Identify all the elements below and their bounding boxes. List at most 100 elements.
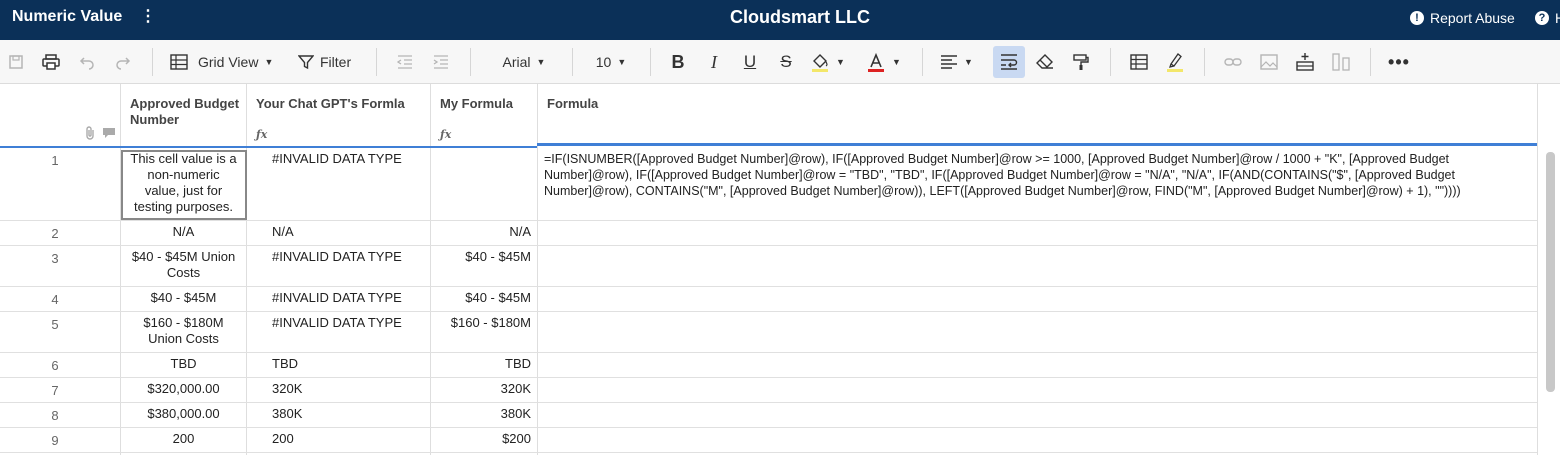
font-family-dropdown[interactable]: Arial ▼ xyxy=(488,50,560,74)
table-cell[interactable]: N/A xyxy=(121,224,246,240)
column-header-chatgpt-formula[interactable]: Your Chat GPT's Formla ƒx xyxy=(246,84,430,146)
redo-icon[interactable] xyxy=(112,50,134,74)
table-cell[interactable]: #INVALID DATA TYPE xyxy=(272,249,402,265)
chevron-down-icon: ▼ xyxy=(836,57,845,67)
table-cell[interactable]: $40 - $45M xyxy=(430,290,531,306)
table-cell[interactable]: TBD xyxy=(272,356,298,372)
cell-text-line: Union Costs xyxy=(148,331,219,346)
strikethrough-icon[interactable]: S xyxy=(774,50,798,74)
table-cell[interactable]: 380K xyxy=(272,406,302,422)
toolbar-divider xyxy=(376,48,377,76)
table-cell[interactable]: $380,000.00 xyxy=(121,406,246,422)
row-number[interactable]: 8 xyxy=(0,408,110,423)
table-cell[interactable]: 200 xyxy=(272,431,294,447)
table-cell[interactable]: $160 - $180M Union Costs xyxy=(121,315,246,347)
row-divider xyxy=(0,402,1537,403)
save-icon[interactable] xyxy=(6,50,26,74)
table-cell[interactable]: $320,000.00 xyxy=(121,381,246,397)
formula-cell[interactable]: =IF(ISNUMBER([Approved Budget Number]@ro… xyxy=(544,151,1534,199)
undo-icon[interactable] xyxy=(76,50,98,74)
font-size-dropdown[interactable]: 10 ▼ xyxy=(586,50,636,74)
table-cell[interactable]: TBD xyxy=(430,356,531,372)
row-header-corner xyxy=(0,84,120,146)
comment-icon xyxy=(102,127,116,142)
table-icon[interactable] xyxy=(1128,50,1150,74)
outdent-icon[interactable] xyxy=(394,50,416,74)
company-name: Cloudsmart LLC xyxy=(729,7,870,27)
italic-icon[interactable]: I xyxy=(702,50,726,74)
row-divider xyxy=(0,220,1537,221)
table-cell[interactable]: 380K xyxy=(430,406,531,422)
underline-icon[interactable]: U xyxy=(738,50,762,74)
cell-text-line: =IF(ISNUMBER([Approved Budget Number]@ro… xyxy=(544,152,1450,166)
row-number[interactable]: 7 xyxy=(0,383,110,398)
row-number[interactable]: 3 xyxy=(0,251,110,266)
table-cell[interactable]: #INVALID DATA TYPE xyxy=(272,151,402,167)
filter-icon xyxy=(298,54,314,70)
column-icon[interactable] xyxy=(1330,50,1352,74)
column-title: My Formula xyxy=(440,96,513,111)
row-divider xyxy=(0,427,1537,428)
grid-view-dropdown[interactable]: Grid View ▼ xyxy=(170,50,282,74)
filter-button[interactable]: Filter xyxy=(298,50,358,74)
toolbar-divider xyxy=(1204,48,1205,76)
row-number[interactable]: 4 xyxy=(0,292,110,307)
print-icon[interactable] xyxy=(40,50,62,74)
help-label: H xyxy=(1555,10,1560,26)
toolbar-divider xyxy=(1110,48,1111,76)
bold-icon[interactable]: B xyxy=(666,50,690,74)
table-cell[interactable]: TBD xyxy=(121,356,246,372)
table-cell[interactable]: $160 - $180M xyxy=(430,315,531,331)
format-painter-icon[interactable] xyxy=(1070,50,1092,74)
column-divider xyxy=(430,84,431,455)
table-cell[interactable]: $40 - $45M Union Costs xyxy=(121,249,246,281)
table-cell[interactable]: N/A xyxy=(272,224,294,240)
grid-view-label: Grid View xyxy=(198,54,259,70)
table-cell[interactable]: N/A xyxy=(430,224,531,240)
row-number[interactable]: 6 xyxy=(0,358,110,373)
column-header-my-formula[interactable]: My Formula ƒx xyxy=(430,84,537,146)
column-divider xyxy=(246,84,247,455)
help-link[interactable]: ? H xyxy=(1535,10,1560,26)
row-divider xyxy=(0,352,1537,353)
cell-text-line: Number]@row), IF([Approved Budget Number… xyxy=(544,168,1455,182)
link-icon[interactable] xyxy=(1222,50,1244,74)
chevron-down-icon: ▼ xyxy=(617,57,627,67)
column-title: Number xyxy=(130,112,180,127)
cell-text-line: Number]@row), CONTAINS("M", [Approved Bu… xyxy=(544,184,1461,198)
selected-cell-outline xyxy=(121,150,247,220)
more-icon[interactable]: ••• xyxy=(1388,50,1410,74)
row-number[interactable]: 9 xyxy=(0,433,110,448)
row-number[interactable]: 1 xyxy=(0,153,110,168)
column-divider xyxy=(1537,84,1538,455)
column-header-formula[interactable]: Formula xyxy=(537,84,1537,146)
eraser-icon[interactable] xyxy=(1034,50,1056,74)
report-abuse-link[interactable]: ! Report Abuse xyxy=(1410,10,1515,26)
wrap-text-button[interactable] xyxy=(993,46,1025,78)
table-cell[interactable]: $40 - $45M xyxy=(430,249,531,265)
indent-icon[interactable] xyxy=(430,50,452,74)
text-color-icon xyxy=(866,52,886,72)
insert-row-icon[interactable] xyxy=(1294,50,1316,74)
table-cell[interactable]: 200 xyxy=(121,431,246,447)
fill-color-dropdown[interactable]: ▼ xyxy=(810,50,854,74)
table-cell[interactable]: 320K xyxy=(272,381,302,397)
table-cell[interactable]: $200 xyxy=(430,431,531,447)
highlight-icon[interactable] xyxy=(1164,50,1186,74)
column-header-approved-budget[interactable]: Approved Budget Number xyxy=(120,84,246,146)
image-icon[interactable] xyxy=(1258,50,1280,74)
text-color-dropdown[interactable]: ▼ xyxy=(866,50,910,74)
align-dropdown[interactable]: ▼ xyxy=(940,50,984,74)
font-family-value: Arial xyxy=(502,54,531,70)
font-size-value: 10 xyxy=(595,54,612,70)
toolbar-divider xyxy=(1370,48,1371,76)
table-cell[interactable]: 320K xyxy=(430,381,531,397)
row-number[interactable]: 2 xyxy=(0,226,110,241)
row-number[interactable]: 5 xyxy=(0,317,110,332)
table-cell[interactable]: $40 - $45M xyxy=(121,290,246,306)
row-divider xyxy=(0,377,1537,378)
row-divider xyxy=(0,311,1537,312)
vertical-scrollbar[interactable] xyxy=(1546,152,1555,392)
table-cell[interactable]: #INVALID DATA TYPE xyxy=(272,290,402,306)
table-cell[interactable]: #INVALID DATA TYPE xyxy=(272,315,402,331)
